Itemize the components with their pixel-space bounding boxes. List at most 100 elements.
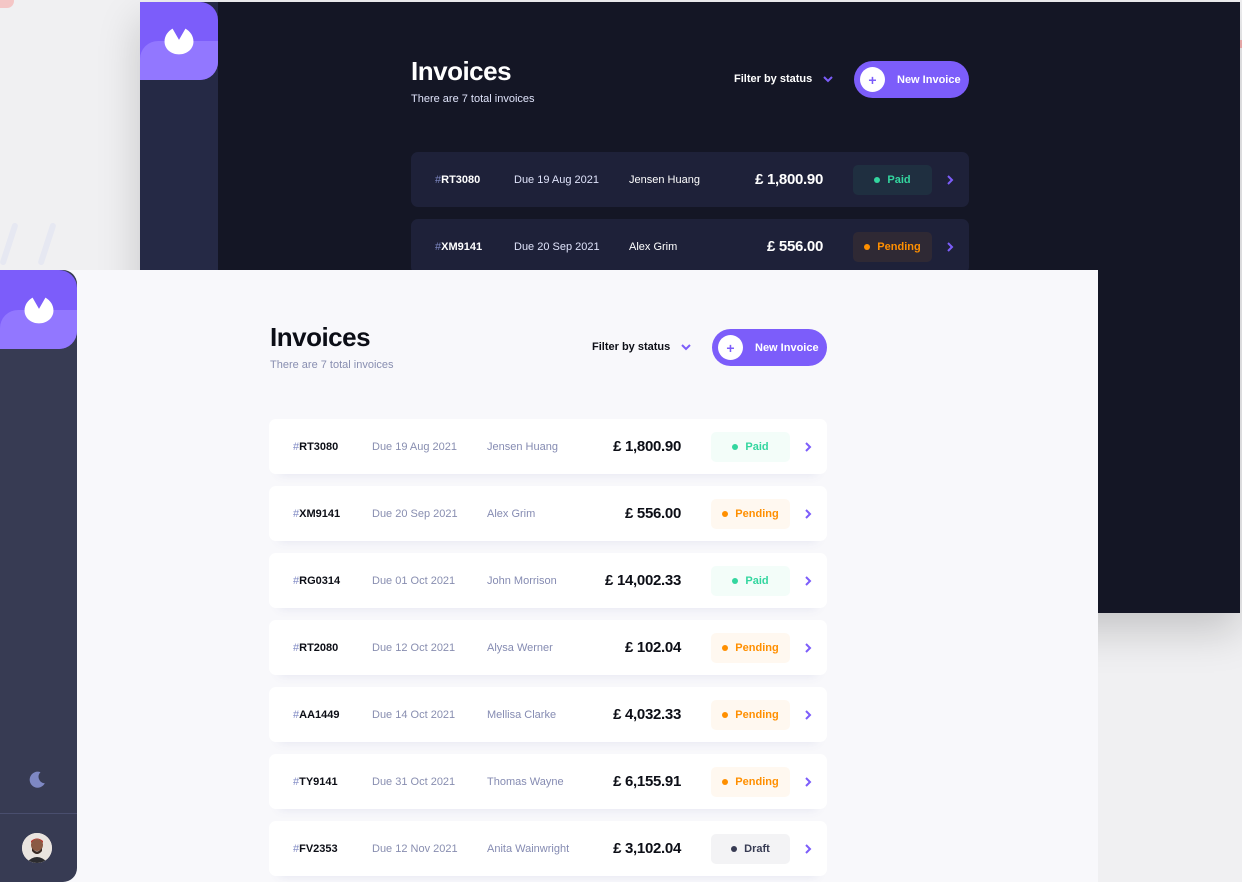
status-badge: Pending [711, 498, 790, 529]
status-badge: Paid [711, 565, 790, 596]
status-label: Paid [745, 574, 769, 587]
status-badge: Paid [711, 431, 790, 462]
page-header: Invoices There are 7 total invoices [270, 322, 394, 371]
status-badge: Pending [853, 231, 932, 262]
invoice-row[interactable]: #XM9141 Due 20 Sep 2021 Alex Grim £ 556.00 P… [411, 219, 969, 274]
status-label: Pending [735, 708, 779, 721]
chevron-right-icon[interactable] [803, 441, 813, 452]
status-dot [864, 243, 871, 250]
status-dot [722, 510, 729, 517]
status-dot [722, 711, 729, 718]
chevron-right-icon[interactable] [945, 174, 955, 185]
invoice-id-code: RT3080 [441, 173, 481, 186]
status-badge: Pending [711, 766, 790, 797]
invoice-amount: £ 102.04 [625, 639, 681, 656]
invoice-row[interactable]: #FV2353 Due 12 Nov 2021 Anita Wainwright £ … [269, 821, 827, 876]
page-header: Invoices There are 7 total invoices [411, 56, 535, 105]
decorative-dot [0, 0, 14, 8]
plus-icon: + [860, 67, 885, 92]
new-invoice-button[interactable]: + New Invoice [854, 61, 969, 98]
filter-label: Filter by status [592, 341, 671, 353]
chevron-right-icon[interactable] [803, 575, 813, 586]
status-label: Draft [744, 842, 770, 855]
status-badge: Draft [711, 833, 790, 864]
invoice-amount: £ 556.00 [767, 238, 823, 255]
invoice-due-date: Due 20 Sep 2021 [372, 507, 458, 520]
client-name: Jensen Huang [487, 440, 558, 453]
decorative-stroke [37, 222, 57, 266]
invoice-row[interactable]: #RT3080 Due 19 Aug 2021 Jensen Huang £ 1,80… [411, 152, 969, 207]
chevron-right-icon[interactable] [803, 843, 813, 854]
invoice-row[interactable]: #XM9141 Due 20 Sep 2021 Alex Grim £ 556.00 P… [269, 486, 827, 541]
status-label: Pending [735, 507, 779, 520]
invoice-id-code: FV2353 [299, 842, 338, 855]
status-dot [722, 644, 729, 651]
status-badge: Pending [711, 699, 790, 730]
invoice-count: There are 7 total invoices [270, 359, 394, 371]
moon-icon[interactable] [27, 770, 47, 790]
avatar[interactable] [22, 833, 52, 863]
status-label: Pending [735, 775, 779, 788]
chevron-right-icon[interactable] [803, 642, 813, 653]
status-label: Pending [877, 240, 921, 253]
status-badge: Pending [711, 632, 790, 663]
invoice-id: #XM9141 [293, 508, 340, 520]
chevron-right-icon[interactable] [945, 241, 955, 252]
status-label: Pending [735, 641, 779, 654]
invoice-row[interactable]: #RG0314 Due 01 Oct 2021 John Morrison £ 14,… [269, 553, 827, 608]
logo-button[interactable] [140, 2, 218, 80]
new-invoice-label: New Invoice [897, 73, 961, 86]
invoice-due-date: Due 20 Sep 2021 [514, 240, 600, 253]
status-dot [732, 443, 739, 450]
chevron-right-icon[interactable] [803, 709, 813, 720]
invoice-row[interactable]: #AA1449 Due 14 Oct 2021 Mellisa Clarke £ 4,… [269, 687, 827, 742]
invoice-id-code: AA1449 [299, 708, 340, 721]
client-name: Thomas Wayne [487, 775, 564, 788]
sidebar [0, 270, 77, 882]
client-name: Jensen Huang [629, 173, 700, 186]
light-theme-window: Invoices There are 7 total invoices Filt… [0, 270, 1098, 882]
invoice-id-code: RG0314 [299, 574, 341, 587]
invoice-due-date: Due 31 Oct 2021 [372, 775, 456, 788]
chevron-right-icon[interactable] [803, 508, 813, 519]
invoice-count: There are 7 total invoices [411, 93, 535, 105]
invoice-id: #AA1449 [293, 709, 339, 721]
chevron-down-icon [823, 76, 833, 83]
invoice-row[interactable]: #RT3080 Due 19 Aug 2021 Jensen Huang £ 1,80… [269, 419, 827, 474]
invoice-amount: £ 3,102.04 [613, 840, 681, 857]
filter-label: Filter by status [734, 73, 813, 85]
invoice-row[interactable]: #TY9141 Due 31 Oct 2021 Thomas Wayne £ 6,15… [269, 754, 827, 809]
logo-icon [24, 297, 53, 323]
filter-dropdown[interactable]: Filter by status [592, 341, 692, 353]
invoice-amount: £ 6,155.91 [613, 773, 681, 790]
client-name: Anita Wainwright [487, 842, 570, 855]
invoice-amount: £ 4,032.33 [613, 706, 681, 723]
status-dot [732, 577, 739, 584]
invoice-row[interactable]: #RT2080 Due 12 Oct 2021 Alysa Werner £ 102.… [269, 620, 827, 675]
filter-dropdown[interactable]: Filter by status [734, 73, 834, 85]
page-title: Invoices [411, 56, 512, 86]
invoice-due-date: Due 19 Aug 2021 [372, 440, 458, 453]
invoice-amount: £ 14,002.33 [605, 572, 681, 589]
client-name: Mellisa Clarke [487, 708, 557, 721]
client-name: Alex Grim [487, 507, 536, 520]
invoice-due-date: Due 19 Aug 2021 [514, 173, 600, 186]
client-name: Alex Grim [629, 240, 678, 253]
status-label: Paid [887, 173, 911, 186]
chevron-right-icon[interactable] [803, 776, 813, 787]
client-name: Alysa Werner [487, 641, 553, 654]
invoice-id-code: XM9141 [299, 507, 341, 520]
client-name: John Morrison [487, 574, 557, 587]
invoice-amount: £ 1,800.90 [755, 171, 823, 188]
invoice-amount: £ 1,800.90 [613, 438, 681, 455]
invoice-id-code: RT2080 [299, 641, 339, 654]
new-invoice-label: New Invoice [755, 341, 819, 354]
logo-button[interactable] [0, 270, 77, 349]
avatar-image [22, 833, 52, 863]
invoice-due-date: Due 12 Oct 2021 [372, 641, 456, 654]
page-title: Invoices [270, 322, 371, 352]
invoice-id: #FV2353 [293, 843, 338, 855]
sidebar-divider [0, 813, 77, 814]
new-invoice-button[interactable]: + New Invoice [712, 329, 827, 366]
invoice-id: #TY9141 [293, 776, 338, 788]
